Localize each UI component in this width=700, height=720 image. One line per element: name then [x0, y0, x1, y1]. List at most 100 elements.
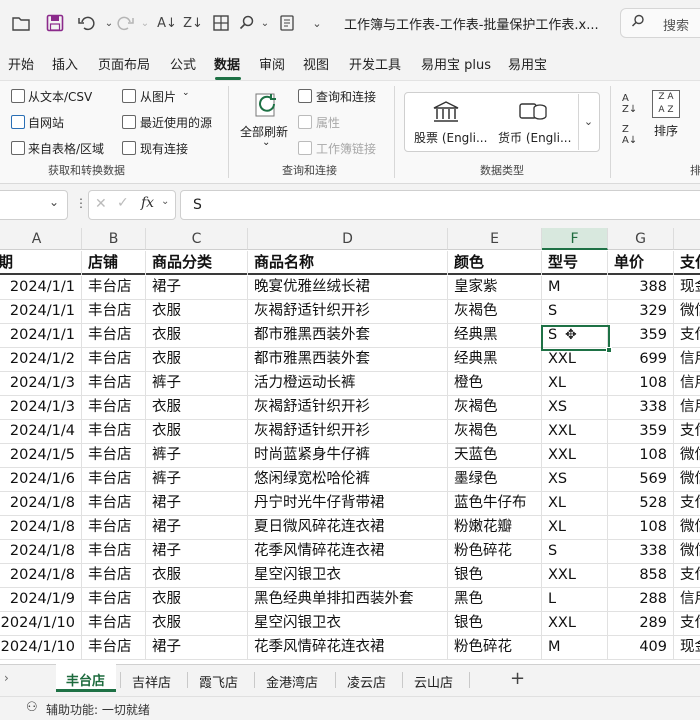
cell-category[interactable]: 衣服 — [146, 588, 248, 612]
cell-category[interactable]: 衣服 — [146, 324, 248, 348]
cell-color[interactable]: 灰褐色 — [448, 420, 542, 444]
column-header-b[interactable]: B — [82, 228, 146, 250]
tab-page-layout[interactable]: 页面布局 — [98, 54, 150, 73]
cell-store[interactable]: 丰台店 — [82, 468, 146, 492]
tab-yiyongbao[interactable]: 易用宝 — [508, 54, 547, 73]
cell-size[interactable]: XL — [542, 372, 608, 396]
column-header-g[interactable]: G — [608, 228, 674, 250]
cell-payment[interactable]: 微信 — [674, 540, 700, 564]
save-icon[interactable] — [44, 12, 66, 34]
cell-size[interactable]: XXL — [542, 420, 608, 444]
cancel-icon[interactable]: ✕ — [95, 196, 107, 212]
column-header-f[interactable]: F — [542, 228, 608, 250]
cell-store[interactable]: 丰台店 — [82, 396, 146, 420]
cell-store[interactable]: 丰台店 — [82, 372, 146, 396]
cell-product-name[interactable]: 时尚蓝紧身牛仔裤 — [248, 444, 448, 468]
currencies-button[interactable]: 货币 (Engli... — [498, 129, 571, 146]
cell-payment[interactable]: 微信 — [674, 516, 700, 540]
cell-date[interactable]: 2024/1/1 — [0, 276, 82, 300]
cell-product-name[interactable]: 丹宁时光牛仔背带裙 — [248, 492, 448, 516]
accessibility-icon[interactable]: ⚇ — [26, 700, 38, 715]
cell-color[interactable]: 天蓝色 — [448, 444, 542, 468]
cell-size[interactable]: XL — [542, 516, 608, 540]
find-dropdown-icon[interactable]: ⌄ — [254, 12, 276, 34]
cell-product-name[interactable]: 灰褐舒适针织开衫 — [248, 420, 448, 444]
cell-price[interactable]: 569 — [608, 468, 674, 492]
cell-color[interactable]: 橙色 — [448, 372, 542, 396]
from-web-button[interactable]: 自网站 — [28, 114, 64, 131]
cell-payment[interactable]: 支付 — [674, 492, 700, 516]
cell-date[interactable]: 2024/1/8 — [0, 540, 82, 564]
cell-product-name[interactable]: 星空闪银卫衣 — [248, 612, 448, 636]
cell-color[interactable]: 墨绿色 — [448, 468, 542, 492]
cell-size[interactable]: XXL — [542, 564, 608, 588]
cell-price[interactable]: 288 — [608, 588, 674, 612]
tab-developer[interactable]: 开发工具 — [349, 54, 401, 73]
cell-price[interactable]: 388 — [608, 276, 674, 300]
cell-product-name[interactable]: 灰褐舒适针织开衫 — [248, 300, 448, 324]
header-cell-payment[interactable]: 支付 — [674, 251, 700, 275]
confirm-icon[interactable]: ✓ — [117, 195, 129, 211]
cell-product-name[interactable]: 星空闪银卫衣 — [248, 564, 448, 588]
cell-store[interactable]: 丰台店 — [82, 444, 146, 468]
cell-payment[interactable]: 信用 — [674, 588, 700, 612]
cell-store[interactable]: 丰台店 — [82, 324, 146, 348]
cell-store[interactable]: 丰台店 — [82, 636, 146, 660]
tab-view[interactable]: 视图 — [303, 54, 329, 73]
cell-size[interactable]: XXL — [542, 444, 608, 468]
cell-store[interactable]: 丰台店 — [82, 420, 146, 444]
tab-review[interactable]: 审阅 — [259, 54, 285, 73]
header-cell-size[interactable]: 型号 — [542, 251, 608, 275]
cell-date[interactable]: 2024/1/5 — [0, 444, 82, 468]
cell-product-name[interactable]: 灰褐舒适针织开衫 — [248, 396, 448, 420]
cell-price[interactable]: 359 — [608, 420, 674, 444]
cell-color[interactable]: 皇家紫 — [448, 276, 542, 300]
column-header-c[interactable]: C — [146, 228, 248, 250]
recent-sources-button[interactable]: 最近使用的源 — [140, 114, 212, 131]
chevron-down-icon[interactable]: ⌄ — [49, 195, 59, 209]
cell-color[interactable]: 经典黑 — [448, 324, 542, 348]
accessibility-status[interactable]: 辅助功能: 一切就绪 — [46, 701, 150, 718]
sheet-tab-lingyun[interactable]: 凌云店 — [347, 672, 386, 691]
cell-price[interactable]: 338 — [608, 396, 674, 420]
cell-size[interactable]: S — [542, 300, 608, 324]
refresh-dropdown-icon[interactable]: ⌄ — [262, 137, 270, 148]
from-text-csv-button[interactable]: 从文本/CSV — [28, 88, 92, 105]
column-header-h[interactable] — [674, 228, 700, 250]
cell-price[interactable]: 108 — [608, 516, 674, 540]
cell-category[interactable]: 裤子 — [146, 468, 248, 492]
header-cell-product-name[interactable]: 商品名称 — [248, 251, 448, 275]
cell-size[interactable]: L — [542, 588, 608, 612]
sort-descending-icon[interactable]: Z↓ — [182, 12, 204, 34]
cell-price[interactable]: 108 — [608, 372, 674, 396]
cell-date[interactable]: 2024/1/1 — [0, 300, 82, 324]
existing-connections-button[interactable]: 现有连接 — [140, 140, 188, 157]
tab-home[interactable]: 开始 — [8, 54, 34, 73]
cell-category[interactable]: 衣服 — [146, 348, 248, 372]
cell-product-name[interactable]: 都市雅黑西装外套 — [248, 348, 448, 372]
tab-yiyongbao-plus[interactable]: 易用宝 plus — [421, 54, 491, 73]
cell-date[interactable]: 2024/1/3 — [0, 396, 82, 420]
sheet-tab-fengtai[interactable]: 丰台店 — [66, 670, 105, 689]
fill-handle[interactable] — [606, 347, 612, 353]
cell-payment[interactable]: 信用 — [674, 372, 700, 396]
cell-size[interactable]: S — [542, 540, 608, 564]
stocks-button[interactable]: 股票 (Engli... — [414, 129, 487, 146]
cell-store[interactable]: 丰台店 — [82, 516, 146, 540]
cell-color[interactable]: 银色 — [448, 612, 542, 636]
cell-price[interactable]: 858 — [608, 564, 674, 588]
cell-date[interactable]: 2024/1/4 — [0, 420, 82, 444]
redo-icon[interactable] — [114, 12, 136, 34]
cell-product-name[interactable]: 都市雅黑西装外套 — [248, 324, 448, 348]
cell-product-name[interactable]: 花季风情碎花连衣裙 — [248, 636, 448, 660]
cell-date[interactable]: 2024/1/10 — [0, 612, 82, 636]
cell-color[interactable]: 灰褐色 — [448, 396, 542, 420]
cell-size[interactable]: XXL — [542, 348, 608, 372]
cell-price[interactable]: 409 — [608, 636, 674, 660]
cell-payment[interactable]: 支付 — [674, 324, 700, 348]
cell-payment[interactable]: 现金 — [674, 636, 700, 660]
sort-za-icon[interactable]: Z A↓ — [622, 124, 637, 146]
cell-category[interactable]: 裙子 — [146, 276, 248, 300]
cell-color[interactable]: 粉色碎花 — [448, 636, 542, 660]
cell-color[interactable]: 蓝色牛仔布 — [448, 492, 542, 516]
